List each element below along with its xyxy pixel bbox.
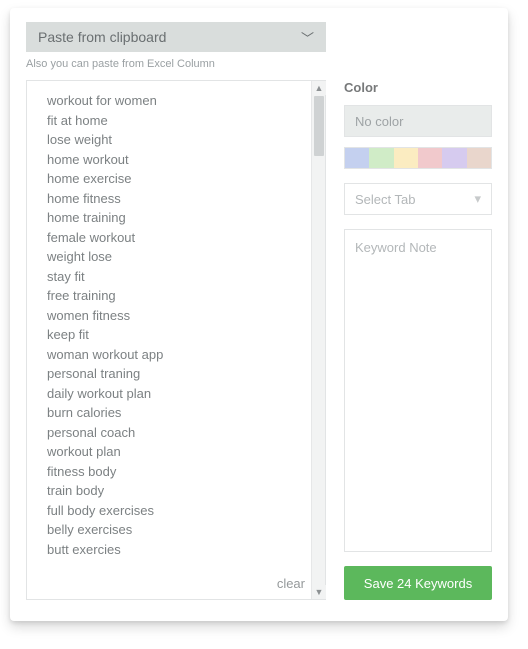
keyword-item: workout plan [47,442,311,462]
keyword-item: workout for women [47,91,311,111]
clear-button[interactable]: clear [277,576,305,591]
no-color-label: No color [355,114,403,129]
keyword-item: weight lose [47,247,311,267]
color-swatch[interactable] [442,148,466,168]
keyword-item: home fitness [47,189,311,209]
keyword-item: female workout [47,228,311,248]
keyword-item: belly exercises [47,520,311,540]
keyword-item: stay fit [47,267,311,287]
color-swatch-row [344,147,492,169]
keyword-item: burn calories [47,403,311,423]
keyword-add-card: Paste from clipboard ﹀ Also you can past… [10,8,508,621]
chevron-down-icon: ▾ [474,191,481,207]
keyword-item: keep fit [47,325,311,345]
paste-from-clipboard-select[interactable]: Paste from clipboard ﹀ [26,22,326,52]
chevron-down-icon: ﹀ [301,28,314,47]
color-swatch[interactable] [369,148,393,168]
scroll-thumb[interactable] [314,96,324,156]
side-panel: Color No color Select Tab ▾ Keyword Note… [344,80,492,600]
color-section-label: Color [344,80,492,95]
tab-select[interactable]: Select Tab ▾ [344,183,492,215]
keyword-list: workout for womenfit at homelose weighth… [27,81,311,599]
keyword-item: fitness body [47,462,311,482]
keyword-item: woman workout app [47,345,311,365]
keyword-item: home training [47,208,311,228]
keyword-item: home exercise [47,169,311,189]
save-label: Save 24 Keywords [364,576,472,591]
keyword-item: personal traning [47,364,311,384]
keyword-note-field[interactable]: Keyword Note [344,229,492,552]
scroll-up-icon[interactable]: ▲ [312,81,326,95]
color-swatch[interactable] [418,148,442,168]
keyword-item: fit at home [47,111,311,131]
color-swatch[interactable] [345,148,369,168]
keyword-item: daily workout plan [47,384,311,404]
tab-select-placeholder: Select Tab [355,192,415,207]
scrollbar[interactable]: ▲ ▼ [311,81,325,599]
keyword-item: personal coach [47,423,311,443]
keyword-item: women fitness [47,306,311,326]
scroll-down-icon[interactable]: ▼ [312,585,326,599]
keyword-item: train body [47,481,311,501]
save-keywords-button[interactable]: Save 24 Keywords [344,566,492,600]
keyword-textarea[interactable]: workout for womenfit at homelose weighth… [26,80,326,600]
keyword-item: lose weight [47,130,311,150]
columns: workout for womenfit at homelose weighth… [26,80,492,600]
color-swatch[interactable] [394,148,418,168]
note-placeholder: Keyword Note [355,240,437,255]
keyword-item: full body exercises [47,501,311,521]
excel-hint-text: Also you can paste from Excel Column [26,58,492,70]
no-color-button[interactable]: No color [344,105,492,137]
keyword-item: home workout [47,150,311,170]
keyword-item: butt exercies [47,540,311,560]
keyword-item: free training [47,286,311,306]
paste-label: Paste from clipboard [38,29,166,45]
color-swatch[interactable] [467,148,491,168]
